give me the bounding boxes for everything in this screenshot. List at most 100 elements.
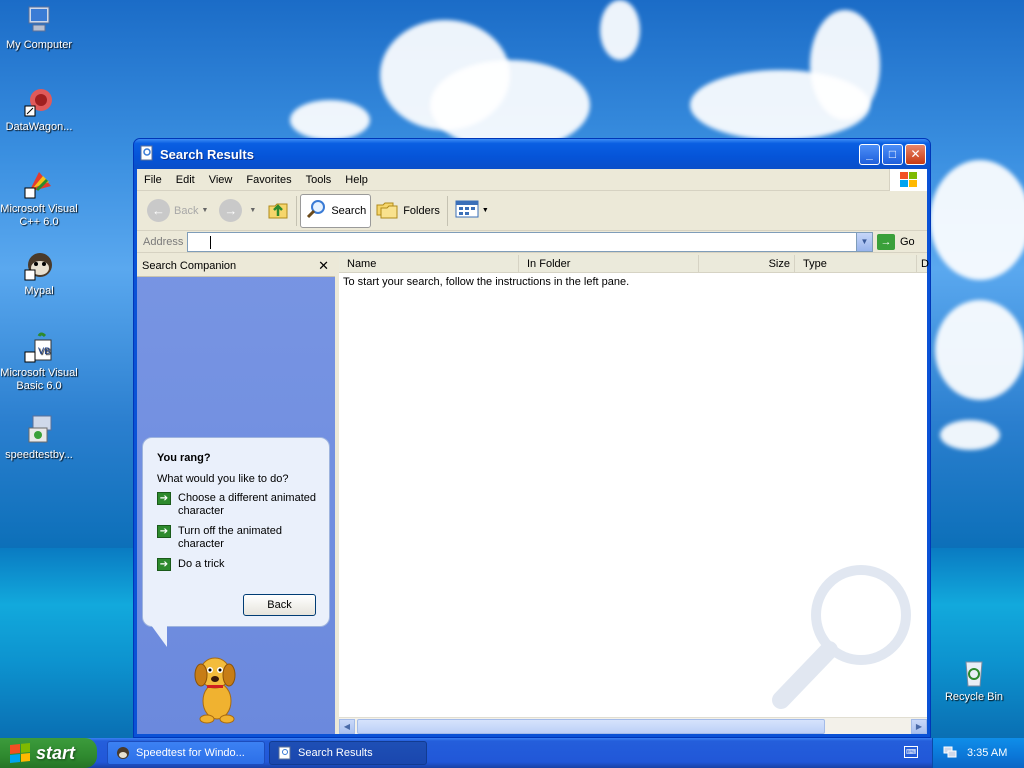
option-change-character[interactable]: ➔ Choose a different animated character: [157, 492, 319, 518]
menu-view[interactable]: View: [202, 174, 240, 186]
visual-basic-icon: VB: [23, 332, 55, 364]
go-button[interactable]: → Go: [877, 233, 915, 250]
datawagon-icon: [23, 86, 55, 118]
desktop-icon-speedtest[interactable]: speedtestby...: [0, 414, 78, 462]
forward-arrow-icon: →: [219, 199, 243, 222]
desktop-icon-label: Mypal: [24, 285, 54, 297]
column-type[interactable]: Type: [795, 255, 917, 272]
go-arrow-icon: →: [877, 233, 895, 250]
desktop-icon-my-computer[interactable]: My Computer: [0, 4, 78, 52]
network-icon[interactable]: [943, 745, 957, 762]
go-label: Go: [900, 235, 915, 248]
taskbar-item-label: Speedtest for Windo...: [136, 747, 245, 759]
back-label: Back: [174, 204, 199, 217]
search-companion-title: Search Companion: [142, 259, 237, 272]
scroll-left-icon[interactable]: ◀: [339, 719, 355, 734]
up-folder-button[interactable]: [263, 194, 293, 228]
green-arrow-icon: ➔: [157, 525, 171, 538]
bubble-back-button[interactable]: Back: [243, 594, 316, 616]
maximize-icon: □: [888, 147, 897, 161]
menu-bar: File Edit View Favorites Tools Help: [137, 169, 927, 191]
keyboard-icon[interactable]: ⌨: [904, 746, 918, 758]
address-input[interactable]: ▼: [187, 231, 873, 252]
folders-icon: [375, 198, 399, 223]
clock[interactable]: 3:35 AM: [967, 747, 1007, 759]
menu-favorites[interactable]: Favorites: [239, 174, 298, 186]
window-title: Search Results: [160, 146, 254, 162]
minimize-button[interactable]: _: [859, 143, 880, 165]
search-watermark-icon: [772, 565, 911, 709]
desktop-icon-label: speedtestby...: [5, 449, 73, 461]
desktop-icon-datawagon[interactable]: DataWagon...: [0, 86, 78, 134]
window-icon: [140, 145, 154, 164]
bubble-heading: You rang?: [157, 452, 211, 464]
maximize-button[interactable]: □: [882, 143, 903, 165]
green-arrow-icon: ➔: [157, 492, 171, 505]
recycle-bin-icon: [958, 656, 990, 688]
views-icon: [455, 199, 479, 222]
toolbar: ← Back ▼ → ▼ Search Folders ▼: [137, 191, 927, 231]
search-window-icon: [278, 746, 292, 760]
column-in-folder[interactable]: In Folder: [519, 255, 699, 272]
desktop-icon-mypal[interactable]: Mypal: [0, 250, 78, 298]
computer-icon: [23, 4, 55, 36]
horizontal-scrollbar[interactable]: ◀ ▶: [339, 717, 927, 734]
option-do-trick[interactable]: ➔ Do a trick: [157, 558, 319, 571]
back-arrow-icon: ←: [147, 199, 170, 222]
start-label: start: [36, 742, 76, 763]
option-turn-off-character[interactable]: ➔ Turn off the animated character: [157, 525, 319, 551]
close-button[interactable]: ✕: [905, 143, 926, 165]
chevron-down-icon: ▼: [201, 207, 209, 214]
desktop-icon-label: DataWagon...: [5, 121, 73, 133]
green-arrow-icon: ➔: [157, 558, 171, 571]
forward-button[interactable]: → ▼: [215, 194, 263, 228]
close-pane-icon[interactable]: ✕: [318, 258, 329, 274]
address-dropdown-button[interactable]: ▼: [856, 232, 872, 251]
taskbar-item-speedtest[interactable]: Speedtest for Windo...: [107, 741, 265, 765]
column-date[interactable]: D: [917, 255, 929, 272]
scroll-right-icon[interactable]: ▶: [911, 719, 927, 734]
assistant-bubble: You rang? What would you like to do? ➔ C…: [142, 437, 330, 627]
up-folder-icon: [267, 198, 289, 223]
desktop-icon-visual-basic[interactable]: VB Microsoft Visual Basic 6.0: [0, 332, 78, 393]
menu-help[interactable]: Help: [338, 174, 375, 186]
start-button[interactable]: start: [0, 738, 97, 768]
menu-file[interactable]: File: [137, 174, 169, 186]
search-companion-header: Search Companion ✕: [137, 255, 335, 277]
dog-character-icon[interactable]: [189, 651, 245, 728]
taskbar: start Speedtest for Windo... Search Resu…: [0, 738, 1024, 768]
windows-logo-icon: [889, 169, 927, 191]
desktop-icon-label: Microsoft Visual Basic 6.0: [0, 367, 78, 392]
menu-tools[interactable]: Tools: [299, 174, 339, 186]
address-bar: Address ▼ → Go: [137, 231, 927, 253]
menu-edit[interactable]: Edit: [169, 174, 202, 186]
taskbar-item-search-results[interactable]: Search Results: [269, 741, 427, 765]
system-tray: 3:35 AM: [932, 738, 1024, 768]
folders-button[interactable]: Folders: [371, 194, 444, 228]
visual-cpp-icon: [23, 168, 55, 200]
back-button[interactable]: ← Back ▼: [143, 194, 215, 228]
mypal-icon: [23, 250, 55, 282]
views-button[interactable]: ▼: [451, 194, 496, 228]
title-bar[interactable]: Search Results _ □ ✕: [134, 139, 930, 169]
taskbar-item-label: Search Results: [298, 747, 373, 759]
results-pane: Name In Folder Size Type D To start your…: [335, 255, 929, 734]
desktop-icon-visual-cpp[interactable]: Microsoft Visual C++ 6.0: [0, 168, 78, 229]
column-name[interactable]: Name: [339, 255, 519, 272]
mypal-icon: [116, 746, 130, 760]
column-size[interactable]: Size: [699, 255, 795, 272]
option-label: Turn off the animated character: [178, 525, 282, 550]
chevron-down-icon: ▼: [860, 237, 869, 246]
search-icon: [305, 198, 327, 223]
installer-icon: [23, 414, 55, 446]
desktop-icon-label: Recycle Bin: [944, 691, 1004, 703]
chevron-down-icon: ▼: [481, 207, 489, 214]
desktop-icon-label: Microsoft Visual C++ 6.0: [0, 203, 78, 228]
folders-label: Folders: [403, 204, 440, 217]
search-button[interactable]: Search: [300, 193, 372, 228]
search-results-window: Search Results _ □ ✕ File Edit View Favo…: [133, 138, 931, 738]
scroll-thumb[interactable]: [357, 719, 825, 734]
results-message: To start your search, follow the instruc…: [343, 276, 630, 288]
minimize-icon: _: [866, 147, 873, 161]
desktop-icon-recycle-bin[interactable]: Recycle Bin: [935, 656, 1013, 704]
